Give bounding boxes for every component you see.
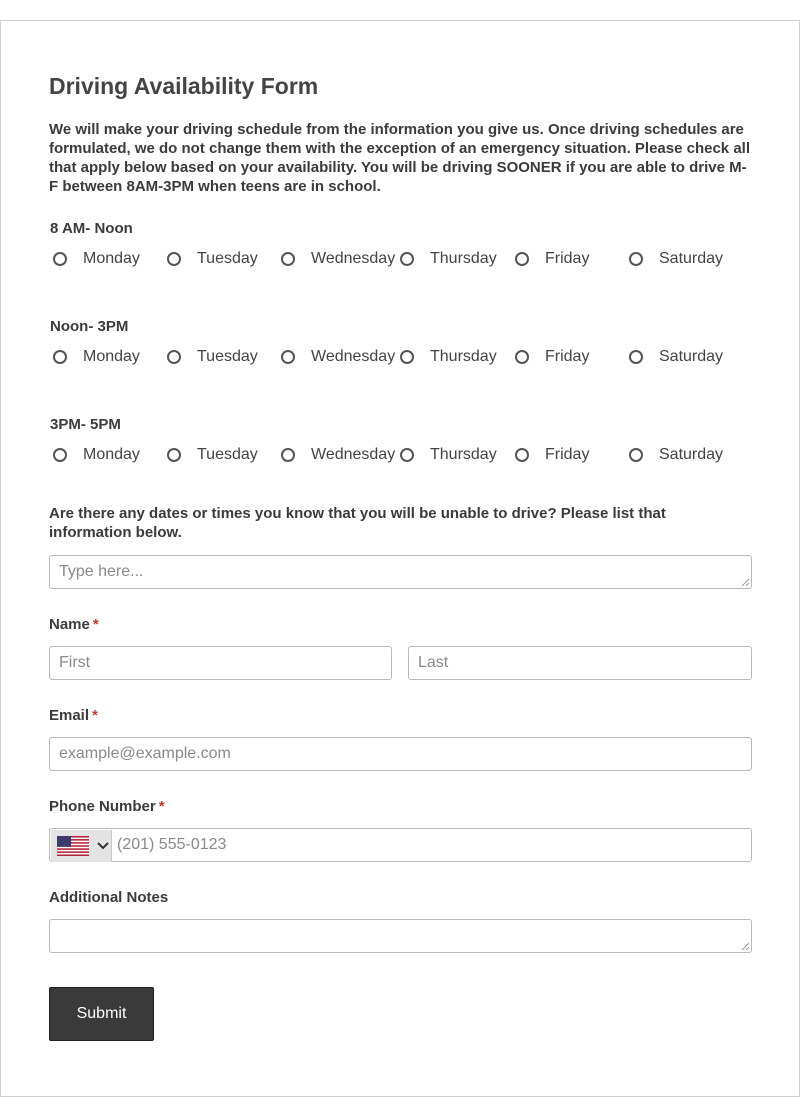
radio-circle-icon[interactable] — [281, 350, 295, 364]
radio-circle-icon[interactable] — [167, 350, 181, 364]
radio-circle-icon[interactable] — [281, 252, 295, 266]
unavailable-textarea[interactable]: Type here... — [49, 555, 752, 589]
radio-option-friday[interactable]: Friday — [511, 346, 589, 368]
last-name-input[interactable]: Last — [408, 646, 752, 680]
radio-option-monday[interactable]: Monday — [49, 346, 140, 368]
required-asterisk: * — [92, 707, 98, 724]
radio-circle-icon[interactable] — [515, 448, 529, 462]
radio-option-wednesday[interactable]: Wednesday — [277, 248, 395, 270]
name-label: Name * — [49, 616, 99, 633]
radio-circle-icon[interactable] — [400, 448, 414, 462]
radio-circle-icon[interactable] — [400, 350, 414, 364]
country-select[interactable] — [51, 830, 112, 862]
first-name-input[interactable]: First — [49, 646, 392, 680]
phone-placeholder: (201) 555-0123 — [117, 836, 227, 853]
email-input[interactable]: example@example.com — [49, 737, 752, 771]
form-title: Driving Availability Form — [49, 73, 319, 99]
chevron-down-icon — [97, 842, 109, 850]
time-group-label: 8 AM- Noon — [50, 220, 133, 237]
form-card: Driving Availability Form We will make y… — [0, 20, 800, 1097]
notes-label: Additional Notes — [49, 889, 169, 906]
radio-row-3pm-5pm: Monday Tuesday Wednesday Thursday Friday… — [49, 444, 752, 466]
radio-option-thursday[interactable]: Thursday — [396, 444, 497, 466]
radio-option-thursday[interactable]: Thursday — [396, 346, 497, 368]
radio-circle-icon[interactable] — [515, 350, 529, 364]
radio-circle-icon[interactable] — [400, 252, 414, 266]
radio-option-tuesday[interactable]: Tuesday — [163, 346, 258, 368]
radio-option-thursday[interactable]: Thursday — [396, 248, 497, 270]
phone-input[interactable]: (201) 555-0123 — [49, 828, 752, 862]
radio-circle-icon[interactable] — [53, 252, 67, 266]
radio-circle-icon[interactable] — [629, 350, 643, 364]
first-name-placeholder: First — [59, 654, 91, 671]
unavailable-placeholder: Type here... — [59, 563, 144, 580]
required-asterisk: * — [158, 798, 165, 815]
radio-row-8am-noon: Monday Tuesday Wednesday Thursday Friday… — [49, 248, 752, 270]
radio-option-wednesday[interactable]: Wednesday — [277, 444, 395, 466]
submit-button[interactable]: Submit — [49, 987, 154, 1041]
radio-option-tuesday[interactable]: Tuesday — [163, 444, 258, 466]
radio-option-friday[interactable]: Friday — [511, 248, 589, 270]
radio-circle-icon[interactable] — [629, 252, 643, 266]
resize-handle-icon[interactable] — [741, 942, 749, 950]
phone-label: Phone Number * — [49, 798, 165, 815]
time-group-label: 3PM- 5PM — [50, 416, 121, 433]
radio-option-tuesday[interactable]: Tuesday — [163, 248, 258, 270]
form-intro: We will make your driving schedule from … — [49, 121, 750, 195]
us-flag-icon — [57, 836, 89, 856]
time-group-label: Noon- 3PM — [50, 318, 129, 335]
notes-textarea[interactable] — [49, 919, 752, 953]
email-label: Email * — [49, 707, 98, 724]
radio-circle-icon[interactable] — [515, 252, 529, 266]
radio-option-friday[interactable]: Friday — [511, 444, 589, 466]
radio-option-monday[interactable]: Monday — [49, 248, 140, 270]
radio-circle-icon[interactable] — [53, 448, 67, 462]
unavailable-question: Are there any dates or times you know th… — [49, 505, 666, 541]
radio-circle-icon[interactable] — [53, 350, 67, 364]
radio-circle-icon[interactable] — [629, 448, 643, 462]
radio-row-noon-3pm: Monday Tuesday Wednesday Thursday Friday… — [49, 346, 752, 368]
radio-circle-icon[interactable] — [167, 448, 181, 462]
email-placeholder: example@example.com — [59, 745, 231, 762]
radio-option-saturday[interactable]: Saturday — [625, 248, 723, 270]
last-name-placeholder: Last — [418, 654, 449, 671]
radio-option-saturday[interactable]: Saturday — [625, 444, 723, 466]
radio-circle-icon[interactable] — [167, 252, 181, 266]
radio-option-wednesday[interactable]: Wednesday — [277, 346, 395, 368]
required-asterisk: * — [92, 616, 99, 633]
radio-option-monday[interactable]: Monday — [49, 444, 140, 466]
resize-handle-icon[interactable] — [741, 578, 749, 586]
radio-circle-icon[interactable] — [281, 448, 295, 462]
radio-option-saturday[interactable]: Saturday — [625, 346, 723, 368]
